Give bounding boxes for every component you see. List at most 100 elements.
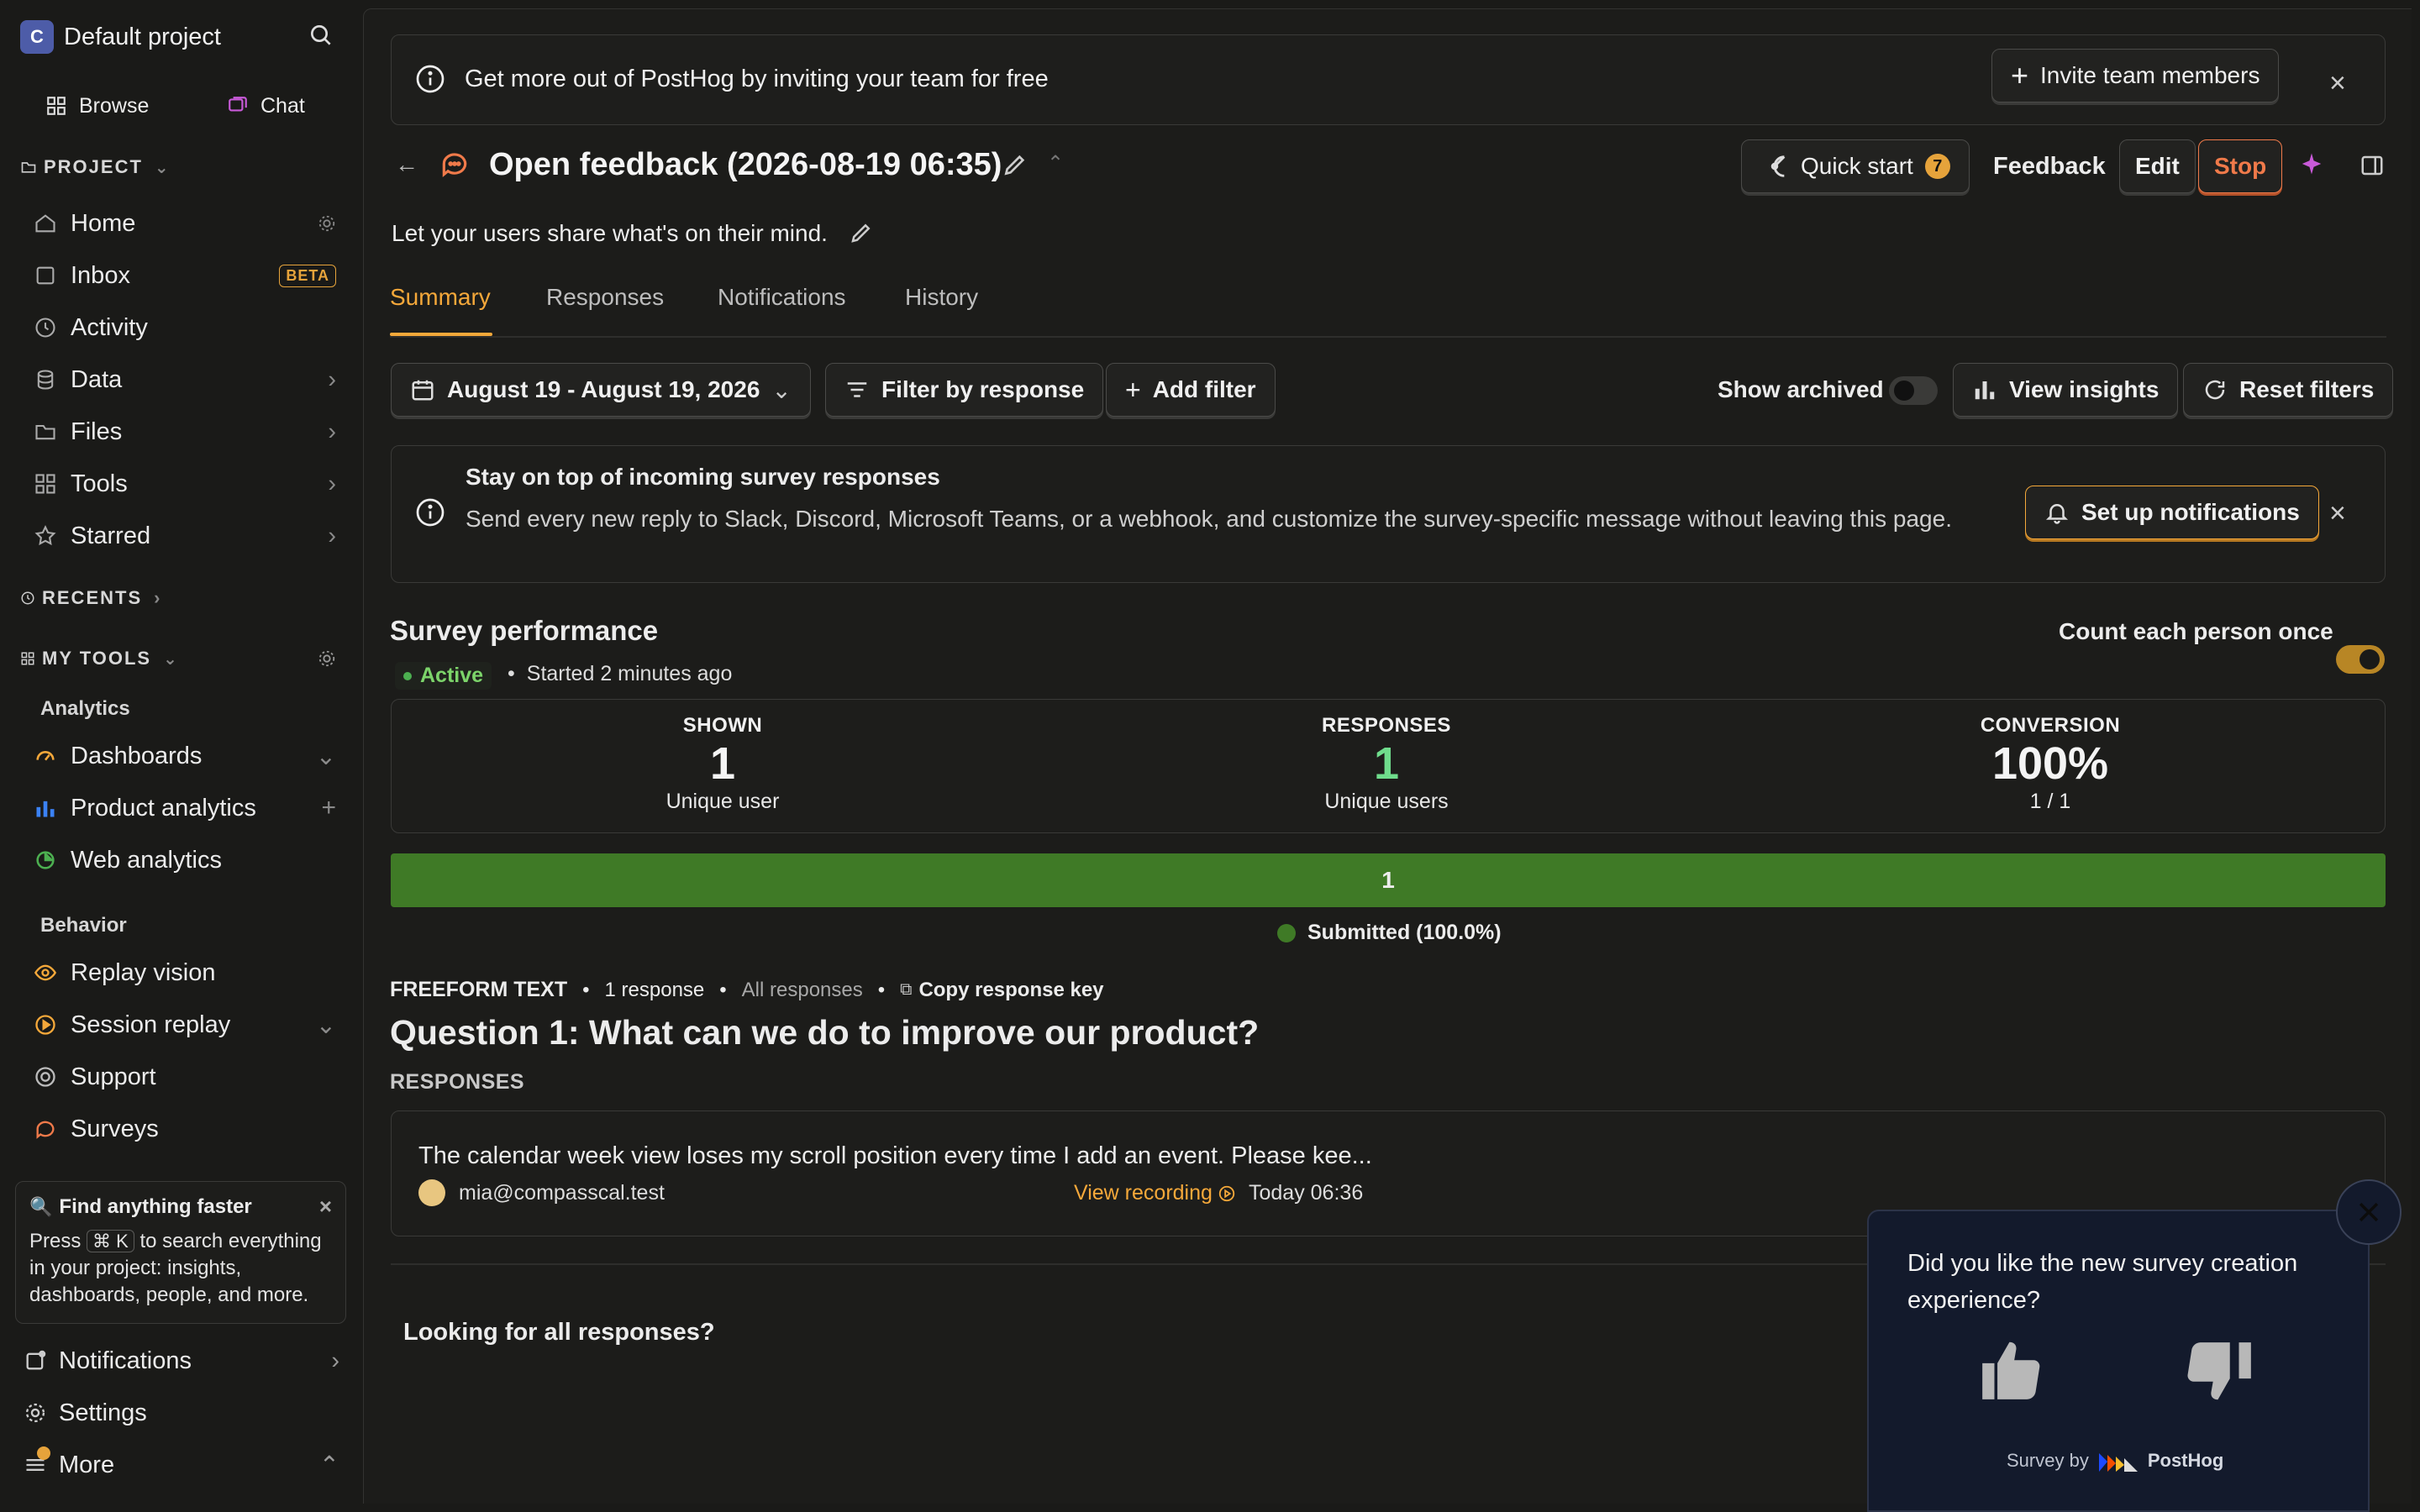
set-up-notifications-button[interactable]: Set up notifications [2025, 486, 2319, 539]
gear-icon[interactable] [318, 649, 336, 668]
all-responses-link[interactable]: All responses [742, 979, 863, 1002]
sidebar-item-support[interactable]: Support [34, 1057, 336, 1097]
pencil-icon[interactable] [1002, 151, 1028, 178]
sidebar-item-files[interactable]: Files › [34, 412, 336, 452]
behavior-heading: Behavior [40, 914, 127, 937]
sidebar-item-session-replay[interactable]: Session replay ⌄ [34, 1005, 336, 1045]
chevron-updown-icon[interactable]: ⌃ [1047, 151, 1064, 176]
sidebar-item-web-analytics[interactable]: Web analytics [34, 840, 336, 880]
project-avatar[interactable]: C [20, 20, 54, 54]
chevron-right-icon: › [328, 470, 336, 497]
copy-response-key-button[interactable]: Copy response key [918, 979, 1103, 1002]
sidebar-item-home[interactable]: Home [34, 203, 336, 244]
sidebar-item-data[interactable]: Data › [34, 360, 336, 400]
sidebar-item-label: Data [71, 365, 123, 393]
back-arrow-icon[interactable]: ← [395, 151, 418, 178]
quick-start-button[interactable]: Quick start 7 [1741, 139, 1970, 193]
sidebar-item-label: Web analytics [71, 846, 222, 874]
quick-start-count-badge: 7 [1924, 154, 1950, 179]
browse-tab[interactable]: Browse [45, 89, 149, 123]
side-panel-icon[interactable] [2360, 153, 2385, 178]
view-recording-link[interactable]: View recording [1074, 1181, 1236, 1205]
recents-section-header[interactable]: RECENTS › [20, 585, 161, 612]
date-range-picker[interactable]: August 19 - August 19, 2026 ⌄ [391, 363, 811, 417]
sidebar-item-label: Product analytics [71, 794, 256, 822]
sidebar-item-inbox[interactable]: Inbox BETA [34, 255, 336, 296]
thumbs-down-icon[interactable] [2185, 1339, 2257, 1406]
sidebar-item-starred[interactable]: Starred › [34, 516, 336, 556]
close-icon[interactable]: × [319, 1194, 332, 1220]
stop-label: Stop [2214, 153, 2267, 179]
tab-responses[interactable]: Responses [546, 284, 664, 311]
search-icon[interactable] [308, 22, 334, 49]
close-icon[interactable]: × [2329, 67, 2346, 100]
gear-icon[interactable] [318, 214, 336, 233]
edit-button[interactable]: Edit [2119, 139, 2196, 193]
view-insights-button[interactable]: View insights [1953, 363, 2179, 417]
bar-chart-icon [1975, 381, 1995, 400]
pencil-icon[interactable] [849, 220, 874, 245]
stat-label: CONVERSION [1980, 714, 2121, 737]
submitted-bar[interactable]: 1 [391, 853, 2386, 907]
add-filter-button[interactable]: + Add filter [1106, 363, 1276, 417]
notification-icon [26, 1350, 46, 1370]
my-tools-section-header[interactable]: MY TOOLS ⌄ [20, 645, 336, 672]
sidebar-item-label: Support [71, 1063, 156, 1090]
sidebar-item-notifications[interactable]: Notifications › [24, 1341, 339, 1381]
stat-sub: Unique users [1324, 790, 1449, 813]
home-icon [35, 214, 55, 233]
respondent-email[interactable]: mia@compasscal.test [459, 1181, 665, 1205]
submitted-bar-track: 1 [391, 853, 2386, 907]
invite-team-button[interactable]: + Invite team members [1991, 49, 2280, 102]
show-archived-toggle[interactable] [1889, 376, 1938, 405]
chat-icon [229, 97, 247, 112]
sidebar-item-dashboards[interactable]: Dashboards ⌄ [34, 736, 336, 776]
sidebar-item-tools[interactable]: Tools › [34, 464, 336, 504]
tip-title: Find anything faster [59, 1194, 252, 1218]
tab-summary[interactable]: Summary [390, 284, 491, 311]
thumbs-up-icon[interactable] [1976, 1336, 2049, 1403]
reset-filters-button[interactable]: Reset filters [2183, 363, 2394, 417]
banner-text: Get more out of PostHog by inviting your… [465, 66, 1049, 92]
sparkle-icon[interactable] [2299, 151, 2324, 176]
sidebar-item-label: Files [71, 417, 123, 445]
sidebar-item-replay-vision[interactable]: Replay vision [34, 953, 336, 993]
sidebar-item-activity[interactable]: Activity [34, 307, 336, 348]
grid-icon [47, 97, 66, 115]
sidebar-item-settings[interactable]: Settings [24, 1393, 339, 1433]
chat-tab[interactable]: Chat [227, 89, 305, 123]
question-type: FREEFORM TEXT [390, 978, 568, 1001]
chevron-down-icon: ⌄ [771, 376, 792, 403]
tab-notifications[interactable]: Notifications [718, 284, 846, 311]
tools-icon [35, 474, 55, 494]
close-icon[interactable]: × [2329, 497, 2346, 530]
tab-history[interactable]: History [905, 284, 978, 311]
sidebar-item-product-analytics[interactable]: Product analytics + [34, 788, 336, 828]
set-up-notifications-label: Set up notifications [2081, 499, 2300, 525]
project-section-header[interactable]: PROJECT ⌄ [20, 154, 171, 181]
copy-icon[interactable]: ⧉ [900, 980, 912, 1000]
survey-performance-title: Survey performance [390, 615, 659, 646]
plus-icon[interactable]: + [321, 794, 336, 822]
sidebar-item-more[interactable]: More ⌃ [24, 1445, 339, 1485]
status-badge: Active [395, 662, 492, 690]
close-icon [2359, 1202, 2379, 1222]
stat-value: 1 [709, 738, 736, 789]
stat-shown: SHOWN 1 Unique user [555, 714, 891, 814]
chevron-right-icon: › [328, 417, 336, 445]
project-name[interactable]: Default project [64, 20, 221, 54]
feedback-button[interactable]: Feedback [1993, 153, 2106, 181]
count-once-toggle[interactable] [2336, 645, 2385, 674]
separator-dot: • [877, 978, 886, 1001]
project-section-label: PROJECT [44, 156, 143, 177]
sidebar-item-label: Inbox [71, 261, 130, 289]
avatar[interactable] [418, 1179, 445, 1206]
notify-card-body: Send every new reply to Slack, Discord, … [466, 506, 1952, 532]
sidebar-item-label: Notifications [59, 1347, 192, 1374]
sidebar-item-label: Activity [71, 313, 148, 341]
stop-button[interactable]: Stop [2198, 139, 2283, 193]
quick-start-label: Quick start [1801, 153, 1913, 179]
widget-close-button[interactable] [2336, 1179, 2402, 1245]
filter-by-response-button[interactable]: Filter by response [825, 363, 1104, 417]
sidebar-item-surveys[interactable]: Surveys [34, 1109, 336, 1149]
